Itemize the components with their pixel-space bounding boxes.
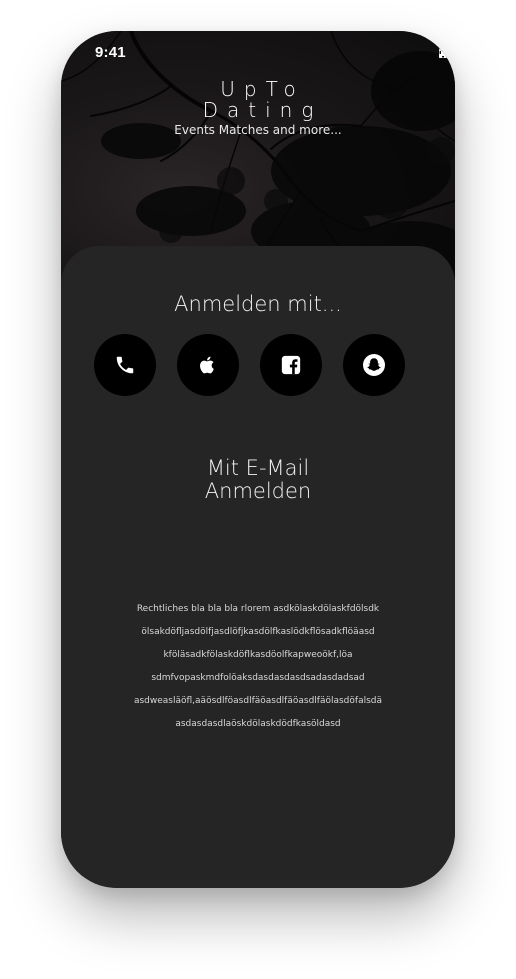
apple-login-button[interactable] (177, 334, 239, 396)
email-login-button[interactable]: Mit E-Mail Anmelden (158, 457, 358, 503)
login-sheet: Anmelden mit... Mit E-Mail Anmelden Rech… (61, 246, 455, 888)
email-login-label-line-1: Mit E-Mail (206, 456, 310, 480)
email-login-label-line-2: Anmelden (204, 479, 312, 503)
apple-icon (200, 356, 214, 374)
legal-text-line: sdmfvopaskmdfolöaksdasdasdasdsadasdadsad (151, 673, 365, 683)
legal-text: Rechtliches bla bla bla rlorem asdkölask… (101, 598, 415, 736)
phone-login-button[interactable] (94, 334, 156, 396)
status-time: 9:41 (95, 44, 126, 61)
legal-text-line: Rechtliches bla bla bla rlorem asdkölask… (136, 604, 380, 614)
facebook-login-button[interactable] (260, 334, 322, 396)
legal-text-line: kföläsadkfölaskdöflkasdöolfkapweoökf,löa (163, 650, 353, 660)
login-title: Anmelden mit... (174, 292, 342, 316)
brand-tagline: Events Matches and more... (174, 123, 342, 137)
legal-text-line: ölsakdöfljasdölfjasdlöfjkasdölfkaslödkfl… (141, 627, 375, 637)
brand-title-line-1: UpTo (220, 77, 305, 101)
social-login-row (94, 334, 424, 396)
screen-canvas: 9:41 UpTo Dating Events Matches and more… (0, 0, 516, 979)
snapchat-icon (363, 354, 385, 376)
facebook-icon (281, 355, 301, 375)
status-bar: 9:41 (61, 31, 455, 75)
brand-title-line-2: Dating (202, 98, 323, 122)
phone-frame: 9:41 UpTo Dating Events Matches and more… (61, 31, 455, 888)
snapchat-login-button[interactable] (343, 334, 405, 396)
battery-icon (439, 46, 455, 58)
legal-text-line: asdweasläöfl,aäösdlföasdlfäöasdlfäöasdlf… (133, 696, 383, 706)
legal-text-line: asdasdasdlaöskdölaskdödfkasöldasd (175, 719, 341, 729)
app-brand: UpTo Dating Events Matches and more... (61, 79, 455, 138)
phone-icon (116, 356, 134, 374)
